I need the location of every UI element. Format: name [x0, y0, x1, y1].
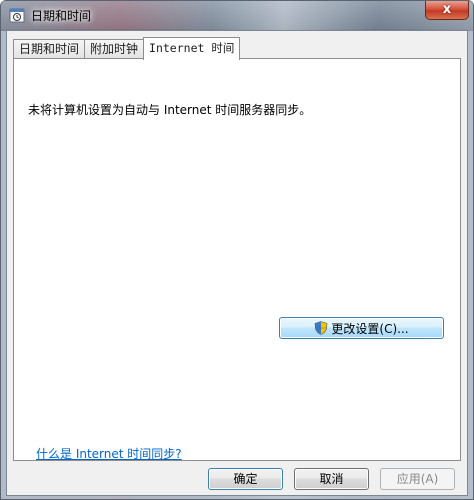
title-bar[interactable]: 日期和时间 x: [1, 1, 473, 29]
change-settings-button[interactable]: 更改设置(C)...: [279, 317, 444, 339]
ok-button[interactable]: 确定: [208, 468, 283, 490]
internet-time-help-link[interactable]: 什么是 Internet 时间同步?: [36, 445, 182, 462]
close-icon: x: [442, 2, 452, 17]
internet-time-panel: 未将计算机设置为自动与 Internet 时间服务器同步。 更改设置(C)...…: [13, 58, 461, 461]
apply-button[interactable]: 应用(A): [380, 468, 455, 490]
close-button[interactable]: x: [425, 1, 469, 20]
cancel-button[interactable]: 取消: [294, 468, 369, 490]
sync-status-text: 未将计算机设置为自动与 Internet 时间服务器同步。: [28, 103, 312, 117]
window-title: 日期和时间: [31, 9, 92, 23]
tab-date-and-time[interactable]: 日期和时间: [13, 39, 86, 59]
date-time-dialog: 日期和时间 x 日期和时间 附加时钟 Internet 时间 未将计算机设置为自…: [0, 0, 474, 500]
tab-additional-clocks[interactable]: 附加时钟: [84, 39, 145, 59]
clock-icon: [9, 8, 25, 23]
tab-internet-time[interactable]: Internet 时间: [143, 37, 241, 60]
uac-shield-icon: [315, 321, 328, 335]
dialog-client-area: 日期和时间 附加时钟 Internet 时间 未将计算机设置为自动与 Inter…: [6, 30, 468, 496]
change-settings-label: 更改设置(C)...: [331, 321, 409, 336]
tab-strip: 日期和时间 附加时钟 Internet 时间: [13, 37, 241, 60]
